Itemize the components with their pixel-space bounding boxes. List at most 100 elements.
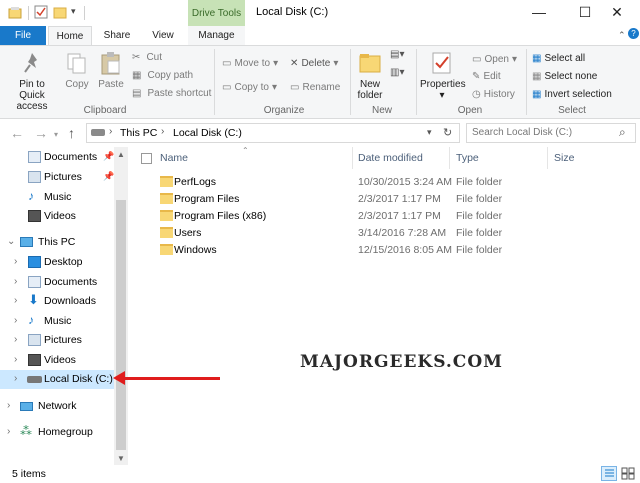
breadcrumb-local-disk[interactable]: Local Disk (C:) (173, 127, 242, 139)
chevron-down-icon[interactable]: ⌄ (7, 236, 15, 247)
new-folder-icon[interactable] (53, 5, 67, 19)
music-icon: ♪ (28, 313, 34, 327)
copy-path-button[interactable]: ▦ Copy path (132, 69, 193, 81)
select-all-checkbox[interactable] (141, 153, 152, 164)
nav-item-local-disk[interactable]: › Local Disk (C:) (0, 370, 114, 389)
address-bar[interactable]: › This PC › Local Disk (C:) ▾ ↻ (86, 123, 460, 143)
paste-shortcut-button[interactable]: ▤ Paste shortcut (132, 87, 211, 99)
up-arrow-icon[interactable]: ↑ (68, 125, 75, 141)
divider (214, 49, 215, 115)
recent-chevron-icon[interactable]: ▾ (54, 130, 58, 139)
copy-to-button[interactable]: ▭ Copy to ▾ (222, 81, 277, 93)
new-item-icon[interactable]: ▤▾ (390, 49, 404, 60)
search-icon[interactable]: ⌕ (619, 125, 626, 140)
nav-item-homegroup[interactable]: › ⁂ Homegroup (0, 423, 114, 442)
chevron-right-icon[interactable]: › (7, 426, 10, 437)
minimize-button[interactable]: — (516, 0, 562, 26)
breadcrumb-chevron-icon: › (109, 126, 113, 137)
divider (416, 49, 417, 115)
tab-manage[interactable]: Manage (188, 26, 245, 46)
column-divider[interactable] (352, 147, 353, 169)
column-divider[interactable] (449, 147, 450, 169)
file-row[interactable]: Program Files 2/3/2017 1:17 PM File fold… (156, 191, 506, 208)
app-icon[interactable] (8, 5, 22, 19)
forward-arrow-icon[interactable]: → (34, 125, 48, 141)
close-button[interactable]: ✕ (594, 0, 640, 26)
new-folder-button[interactable]: New folder (354, 50, 386, 101)
nav-item-this-pc[interactable]: ⌄ This PC (0, 233, 114, 252)
nav-item-music[interactable]: › ♪ Music (0, 312, 114, 331)
nav-scroll-thumb[interactable] (116, 200, 126, 450)
rename-button[interactable]: ▭ Rename (290, 81, 340, 93)
folder-icon (160, 176, 173, 187)
scroll-up-icon[interactable]: ▲ (117, 150, 125, 159)
details-view-icon[interactable] (601, 466, 617, 481)
copy-button[interactable]: Copy (64, 50, 90, 90)
group-label-organize: Organize (263, 105, 305, 116)
tab-share[interactable]: Share (96, 26, 138, 46)
history-button[interactable]: ◷ History (472, 88, 515, 100)
chevron-right-icon[interactable]: › (14, 354, 17, 365)
nav-item-network[interactable]: › Network (0, 397, 114, 416)
nav-item-documents[interactable]: › Documents (0, 273, 114, 292)
nav-item-quick-videos[interactable]: Videos (0, 207, 114, 226)
easy-access-icon[interactable]: ▥▾ (390, 67, 404, 78)
back-arrow-icon[interactable]: ← (10, 125, 24, 141)
rename-icon: ▭ (290, 82, 300, 93)
chevron-right-icon[interactable]: › (14, 295, 17, 306)
select-all-button[interactable]: ▦ Select all (532, 52, 585, 64)
search-input[interactable]: Search Local Disk (C:) ⌕ (466, 123, 636, 143)
file-row[interactable]: Windows 12/15/2016 8:05 AM File folder (156, 242, 506, 259)
chevron-right-icon[interactable]: › (7, 400, 10, 411)
select-none-button[interactable]: ▦ Select none (532, 70, 597, 82)
nav-item-quick-music[interactable]: ♪ Music (0, 188, 114, 207)
large-icons-view-icon[interactable] (620, 466, 636, 481)
chevron-right-icon[interactable]: › (14, 315, 17, 326)
help-icon[interactable]: ? (628, 28, 639, 39)
chevron-right-icon[interactable]: › (14, 334, 17, 345)
collapse-ribbon-icon[interactable]: ⌃ (618, 30, 626, 41)
nav-item-pictures[interactable]: › Pictures (0, 331, 114, 350)
address-dropdown-icon[interactable]: ▾ (427, 127, 432, 138)
breadcrumb-this-pc[interactable]: This PC (120, 127, 157, 139)
chevron-right-icon[interactable]: › (14, 256, 17, 267)
scroll-down-icon[interactable]: ▼ (117, 454, 125, 463)
open-button[interactable]: ▭ Open ▾ (472, 53, 517, 65)
properties-button[interactable]: Properties ▾ (420, 50, 466, 101)
group-label-clipboard: Clipboard (83, 105, 127, 116)
folder-icon (160, 193, 173, 204)
group-label-open: Open (457, 105, 483, 116)
file-date: 3/14/2016 7:28 AM (358, 227, 447, 239)
column-header-name[interactable]: Name (160, 152, 188, 164)
nav-item-quick-pictures[interactable]: Pictures 📌 (0, 168, 114, 187)
file-row[interactable]: Users 3/14/2016 7:28 AM File folder (156, 225, 506, 242)
move-to-button[interactable]: ▭ Move to ▾ (222, 57, 278, 69)
file-row[interactable]: Program Files (x86) 2/3/2017 1:17 PM Fil… (156, 208, 506, 225)
nav-item-desktop[interactable]: › Desktop (0, 253, 114, 272)
column-divider[interactable] (547, 147, 548, 169)
chevron-right-icon[interactable]: › (14, 373, 17, 384)
properties-check-icon[interactable] (34, 5, 48, 19)
chevron-right-icon[interactable]: › (14, 276, 17, 287)
invert-selection-button[interactable]: ▦ Invert selection (532, 88, 612, 100)
paste-button[interactable]: Paste (96, 50, 126, 90)
pin-quick-access-button[interactable]: Pin to Quick access (6, 50, 58, 112)
cut-button[interactable]: ✂ Cut (132, 51, 162, 63)
qat-dropdown-icon[interactable]: ▾ (71, 6, 76, 17)
column-header-type[interactable]: Type (456, 152, 479, 164)
nav-item-videos[interactable]: › Videos (0, 351, 114, 370)
pictures-icon (28, 171, 41, 183)
edit-button[interactable]: ✎ Edit (472, 70, 501, 82)
chevron-down-icon: ▾ (333, 58, 339, 69)
column-header-size[interactable]: Size (554, 152, 574, 164)
tab-view[interactable]: View (142, 26, 184, 46)
tab-home[interactable]: Home (48, 26, 92, 46)
delete-button[interactable]: ✕ Delete ▾ (290, 57, 338, 69)
breadcrumb-chevron-icon: › (161, 126, 165, 137)
nav-item-quick-documents[interactable]: Documents 📌 (0, 148, 114, 167)
column-header-date[interactable]: Date modified (358, 152, 423, 164)
file-row[interactable]: PerfLogs 10/30/2015 3:24 AM File folder (156, 174, 506, 191)
refresh-icon[interactable]: ↻ (443, 126, 452, 139)
tab-file[interactable]: File (0, 26, 46, 46)
nav-item-downloads[interactable]: › ⬇ Downloads (0, 292, 114, 311)
